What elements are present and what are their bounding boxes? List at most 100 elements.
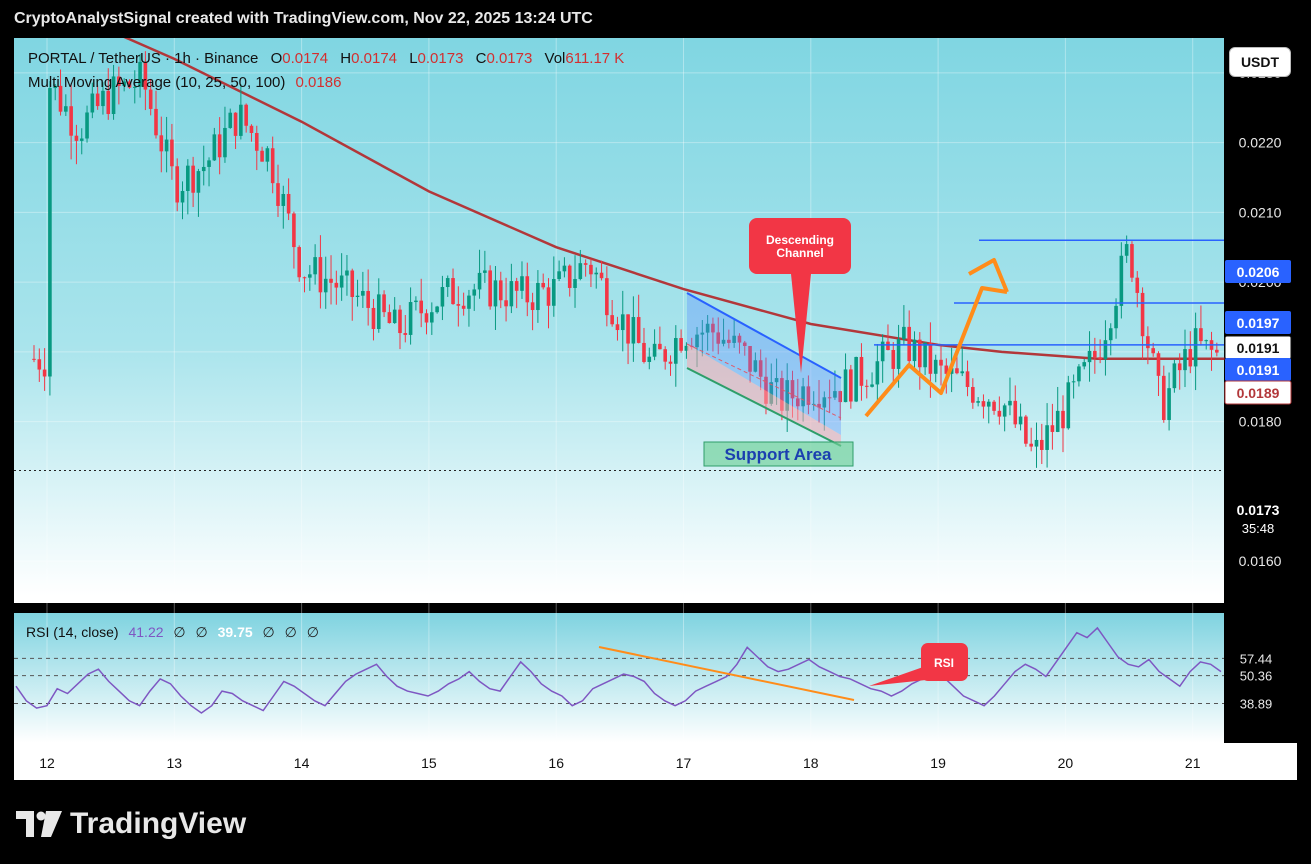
candle-body bbox=[164, 139, 169, 152]
candle-body bbox=[318, 257, 323, 293]
candle-body bbox=[1029, 443, 1033, 447]
tradingview-logo-icon bbox=[16, 811, 62, 837]
candle-body bbox=[1045, 425, 1049, 450]
price-axis-tick: 0.0160 bbox=[1239, 553, 1282, 569]
candle-body bbox=[986, 401, 991, 407]
candle-body bbox=[536, 282, 540, 311]
candle-body bbox=[541, 282, 545, 288]
candle-body bbox=[525, 276, 530, 303]
candle-body bbox=[923, 342, 927, 368]
candle-body bbox=[976, 401, 980, 403]
candle-body bbox=[249, 125, 254, 133]
time-axis-tick: 17 bbox=[676, 755, 692, 771]
candle-body bbox=[933, 359, 938, 374]
candle-body bbox=[599, 272, 604, 279]
candle-body bbox=[101, 90, 105, 107]
candle-body bbox=[32, 358, 36, 360]
descending-channel-label: Channel bbox=[776, 246, 823, 260]
candle-body bbox=[329, 278, 333, 283]
candle-body bbox=[1108, 328, 1113, 341]
candle-body bbox=[1177, 363, 1182, 371]
candle-body bbox=[1098, 357, 1102, 360]
candle-body bbox=[997, 410, 1002, 417]
candle-body bbox=[1002, 405, 1007, 417]
price-label-text: 0.0206 bbox=[1237, 264, 1280, 280]
candle-body bbox=[647, 356, 652, 362]
candle-body bbox=[170, 139, 174, 167]
candle-body bbox=[1140, 292, 1145, 337]
price-chart[interactable]: DescendingChannel Support Area RSI 12 13 14… bbox=[14, 38, 1297, 780]
candle-body bbox=[917, 339, 922, 368]
chart-frame[interactable]: Descending Channel Support Area RSI 12 13 14… bbox=[14, 38, 1297, 780]
tradingview-brand[interactable]: TradingView bbox=[16, 806, 246, 842]
candle-body bbox=[90, 93, 95, 113]
low-label: L bbox=[409, 50, 418, 67]
candle-body bbox=[1055, 410, 1060, 432]
candle-body bbox=[1204, 340, 1209, 342]
candle-body bbox=[652, 343, 657, 357]
candle-body bbox=[1050, 425, 1055, 432]
candle-body bbox=[594, 272, 599, 275]
candle-body bbox=[408, 302, 413, 335]
candle-body bbox=[674, 338, 678, 364]
high-label: H bbox=[340, 50, 352, 67]
candle-body bbox=[1077, 366, 1081, 382]
time-axis-tick: 20 bbox=[1058, 755, 1074, 771]
candle-body bbox=[573, 279, 577, 288]
candle-body bbox=[467, 295, 471, 309]
candle-body bbox=[1071, 381, 1076, 383]
candle-body bbox=[1183, 349, 1187, 371]
high-value: 0.0174 bbox=[351, 50, 398, 67]
candle-body bbox=[281, 193, 286, 206]
candle-body bbox=[504, 300, 508, 307]
candle-body bbox=[228, 112, 233, 128]
candle-body bbox=[345, 270, 349, 276]
candle-body bbox=[483, 270, 487, 273]
candle-body bbox=[1161, 375, 1166, 420]
candle-body bbox=[498, 280, 503, 301]
candle-body bbox=[514, 281, 519, 291]
candle-body bbox=[180, 190, 185, 203]
chart-header-title: CryptoAnalystSignal created with Trading… bbox=[14, 10, 593, 27]
support-area-label: Support Area bbox=[724, 445, 832, 464]
candle-body bbox=[207, 160, 211, 167]
candle-body bbox=[254, 132, 259, 151]
candle-body bbox=[1087, 350, 1092, 363]
price-axis-tick: 0.0180 bbox=[1239, 414, 1282, 430]
candle-body bbox=[334, 282, 339, 288]
candle-body bbox=[1188, 349, 1193, 367]
candle-body bbox=[642, 342, 646, 362]
candle-body bbox=[148, 89, 153, 109]
symbol-name: PORTAL / TetherUS · 1h · Binance bbox=[28, 50, 259, 67]
rsi-axis-tick: 57.44 bbox=[1240, 651, 1273, 666]
time-axis-tick: 15 bbox=[421, 755, 437, 771]
candle-body bbox=[196, 171, 201, 193]
ma-legend: Multi Moving Average (10, 25, 50, 100) 0… bbox=[28, 74, 341, 91]
candle-body bbox=[679, 338, 683, 351]
price-label-text: 0.0191 bbox=[1237, 362, 1280, 378]
candle-body bbox=[668, 361, 673, 364]
candle-body bbox=[509, 281, 514, 307]
time-axis-tick: 21 bbox=[1185, 755, 1201, 771]
rsi-axis-tick: 50.36 bbox=[1240, 669, 1273, 684]
candle-body bbox=[1215, 349, 1219, 353]
candle-body bbox=[1024, 416, 1028, 444]
candle-body bbox=[85, 112, 89, 139]
candle-body bbox=[387, 312, 392, 324]
candle-body bbox=[308, 274, 312, 278]
brand-text: TradingView bbox=[70, 807, 247, 840]
candle-body bbox=[223, 127, 227, 158]
candle-body bbox=[297, 247, 302, 278]
currency-button[interactable]: USDT bbox=[1229, 47, 1291, 77]
candle-body bbox=[212, 134, 217, 161]
candle-body bbox=[1124, 244, 1129, 256]
candle-body bbox=[37, 359, 42, 370]
candle-body bbox=[971, 386, 975, 403]
candle-body bbox=[366, 290, 370, 308]
candle-body bbox=[886, 341, 890, 350]
candle-body bbox=[546, 287, 551, 306]
candle-body bbox=[493, 280, 498, 307]
candle-body bbox=[451, 278, 455, 305]
candle-body bbox=[403, 333, 408, 335]
candle-body bbox=[419, 300, 424, 314]
